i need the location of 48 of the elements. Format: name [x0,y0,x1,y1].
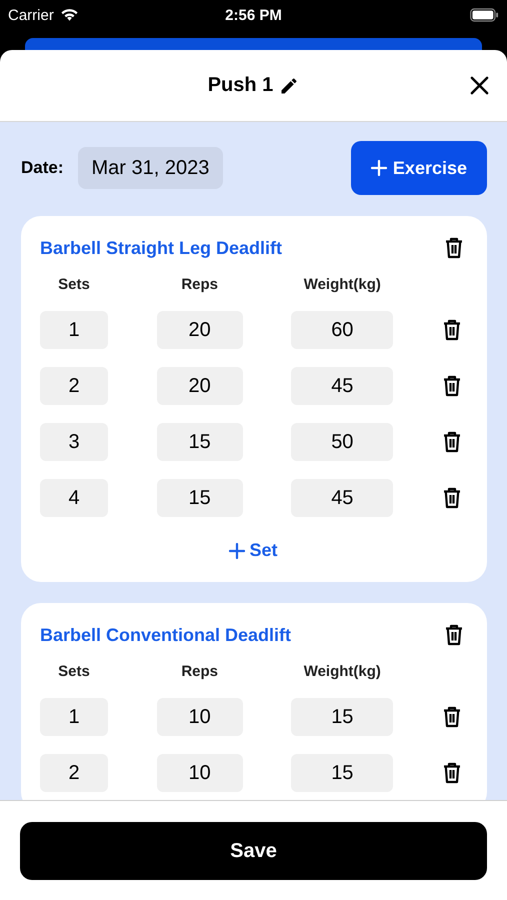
reps-field[interactable]: 10 [156,754,243,792]
carrier-label: Carrier [8,6,54,24]
trash-icon[interactable] [442,487,462,509]
save-button[interactable]: Save [20,822,487,880]
reps-field[interactable]: 10 [156,698,243,736]
trash-icon[interactable] [442,319,462,341]
wifi-icon [60,8,79,22]
battery-icon [470,8,499,22]
trash-icon[interactable] [444,624,464,646]
exercise-name: Barbell Conventional Deadlift [40,624,292,646]
sets-field[interactable]: 4 [40,479,108,517]
plus-icon [229,542,246,558]
exercise-name: Barbell Straight Leg Deadlift [40,238,282,258]
date-label: Date: [21,158,64,178]
close-icon[interactable] [470,76,489,95]
column-header: Reps [180,663,219,680]
reps-field[interactable]: 20 [156,367,243,405]
sets-field[interactable]: 3 [40,423,108,461]
weight-field[interactable]: 15 [291,698,394,736]
reps-field[interactable]: 15 [156,479,243,517]
workout-title: Push 1 [208,74,274,97]
trash-icon[interactable] [444,237,464,259]
sets-field[interactable]: 2 [40,754,108,792]
column-header: Reps [180,276,219,293]
column-header: Weight(kg) [302,663,382,680]
sets-field[interactable]: 2 [40,367,108,405]
weight-field[interactable]: 15 [291,754,394,792]
sets-field[interactable]: 1 [40,698,108,736]
plus-icon [370,160,387,176]
trash-icon[interactable] [442,706,462,728]
column-header: Sets [57,663,91,680]
weight-field[interactable]: 45 [291,479,394,517]
weight-field[interactable]: 45 [291,367,394,405]
clock-time: 2:56 PM [224,6,283,24]
add-exercise-button[interactable]: Exercise [350,141,487,195]
column-header: Sets [57,276,91,293]
weight-field[interactable]: 60 [291,311,394,349]
date-picker[interactable]: Mar 31, 2023 [78,147,224,189]
pencil-icon[interactable] [279,76,300,96]
reps-field[interactable]: 15 [156,423,243,461]
sets-field[interactable]: 1 [40,311,108,349]
add-set-button[interactable]: Set [223,539,284,562]
trash-icon[interactable] [442,762,462,784]
column-header: Weight(kg) [302,276,382,293]
trash-icon[interactable] [442,375,462,397]
trash-icon[interactable] [442,431,462,453]
reps-field[interactable]: 20 [156,311,243,349]
weight-field[interactable]: 50 [291,423,394,461]
